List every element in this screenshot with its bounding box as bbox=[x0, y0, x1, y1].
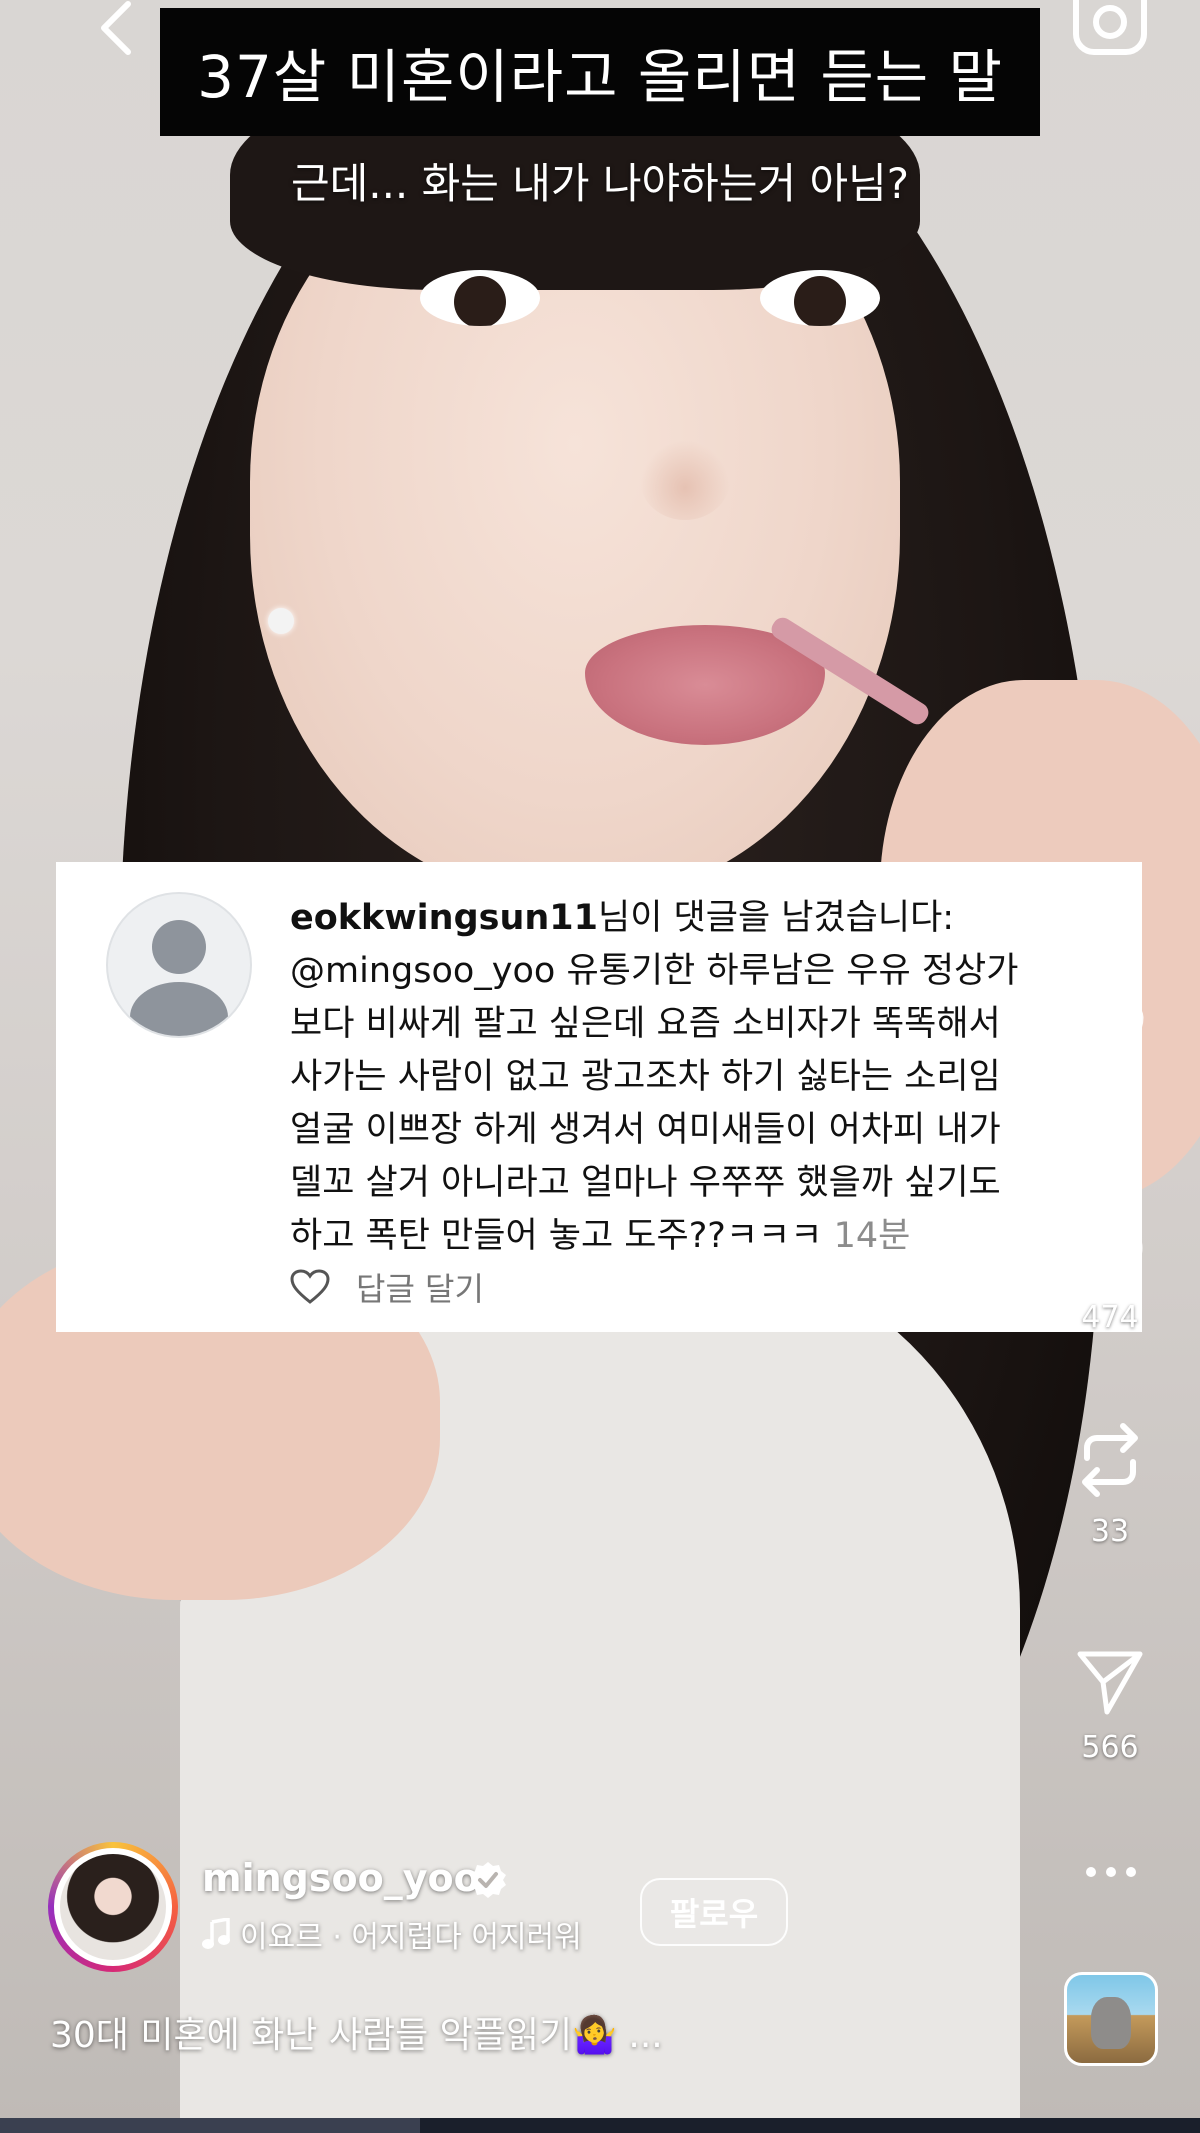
video-title-text: 37살 미혼이라고 올리면 듣는 말 bbox=[197, 43, 1003, 111]
comment-line-7-text: 하고 폭탄 만들어 놓고 도주??ㅋㅋㅋ bbox=[290, 1216, 823, 1256]
comment-line-5: 얼굴 이쁘장 하게 생겨서 여미새들이 어차피 내가 bbox=[290, 1110, 1001, 1150]
commenter-username: eokkwingsun11 bbox=[290, 898, 599, 938]
comment-line-3: 보다 비싸게 팔고 싶은데 요즘 소비자가 똑똑해서 bbox=[290, 1004, 1001, 1044]
comment-line-6: 델꼬 살거 아니라고 얼마나 우쭈쭈 했을까 싶기도 bbox=[290, 1163, 1001, 1203]
avatar-head-shape bbox=[152, 920, 206, 974]
audio-track[interactable]: 이요르 · 어지럽다 어지러워 bbox=[202, 1912, 582, 1956]
video-earring bbox=[268, 608, 294, 634]
more-dots-icon bbox=[1086, 1867, 1136, 1877]
author-avatar[interactable] bbox=[48, 1842, 178, 1972]
music-note-icon bbox=[202, 1918, 230, 1949]
comment-action[interactable]: 474 bbox=[1060, 1216, 1160, 1335]
comment-bubble-icon[interactable] bbox=[1075, 1216, 1145, 1286]
reposts-count: 33 bbox=[1090, 1514, 1130, 1549]
shares-count: 566 bbox=[1081, 1730, 1139, 1765]
comment-reply-card: eokkwingsun11님이 댓글을 남겼습니다: @mingsoo_yoo … bbox=[56, 862, 1142, 1332]
comment-actions: 답글 달기 bbox=[290, 1264, 484, 1310]
comment-line-2: @mingsoo_yoo 유통기한 하루남은 우유 정상가 bbox=[290, 951, 1019, 991]
more-options-button[interactable] bbox=[1076, 1860, 1146, 1884]
video-subtitle-overlay: 근데... 화는 내가 나야하는거 아님? bbox=[290, 159, 910, 208]
audio-thumbnail[interactable] bbox=[1064, 1972, 1158, 2066]
comment-line-1-text: 님이 댓글을 남겼습니다: bbox=[598, 898, 955, 938]
heart-icon[interactable] bbox=[1075, 1000, 1145, 1064]
comment-time: 14분 bbox=[833, 1216, 911, 1256]
heart-icon[interactable] bbox=[290, 1269, 330, 1305]
back-button[interactable] bbox=[88, 0, 148, 60]
playback-progress-bar[interactable] bbox=[0, 2118, 1200, 2133]
comment-line-1: eokkwingsun11님이 댓글을 남겼습니다: bbox=[290, 892, 1130, 945]
video-eye-right bbox=[760, 270, 880, 326]
video-nose bbox=[640, 440, 730, 520]
reply-button[interactable]: 답글 달기 bbox=[356, 1264, 484, 1310]
comment-line-4: 사가는 사람이 없고 광고조차 하기 싫타는 소리임 bbox=[290, 1057, 1001, 1097]
avatar-body-shape bbox=[130, 982, 228, 1036]
commenter-avatar bbox=[106, 892, 252, 1038]
video-eye-left bbox=[420, 270, 540, 326]
comment-line-7: 하고 폭탄 만들어 놓고 도주??ㅋㅋㅋ 14분 bbox=[290, 1210, 1130, 1263]
author-username[interactable]: mingsoo_yoo bbox=[202, 1856, 480, 1900]
follow-button[interactable]: 팔로우 bbox=[640, 1878, 788, 1946]
video-title-overlay: 37살 미혼이라고 올리면 듣는 말 bbox=[160, 8, 1040, 136]
camera-icon bbox=[1073, 0, 1147, 55]
share-action[interactable]: 566 bbox=[1060, 1648, 1160, 1765]
camera-button[interactable] bbox=[1072, 0, 1148, 58]
comment-text: eokkwingsun11님이 댓글을 남겼습니다: @mingsoo_yoo … bbox=[290, 892, 1130, 1263]
reel-caption[interactable]: 30대 미혼에 화난 사람들 악플읽기🤷‍♀️ ... bbox=[50, 2006, 663, 2058]
like-action[interactable] bbox=[1060, 1000, 1160, 1064]
avatar-photo bbox=[60, 1854, 166, 1960]
audio-track-label: 이요르 · 어지럽다 어지러워 bbox=[240, 1920, 582, 1955]
chevron-left-icon bbox=[101, 1, 131, 55]
send-icon[interactable] bbox=[1075, 1648, 1145, 1716]
comments-count: 474 bbox=[1081, 1300, 1139, 1335]
repost-action[interactable]: 33 bbox=[1060, 1420, 1160, 1549]
playback-progress-fill bbox=[0, 2118, 420, 2133]
verified-badge-icon bbox=[470, 1862, 506, 1898]
repost-icon[interactable] bbox=[1075, 1420, 1145, 1500]
